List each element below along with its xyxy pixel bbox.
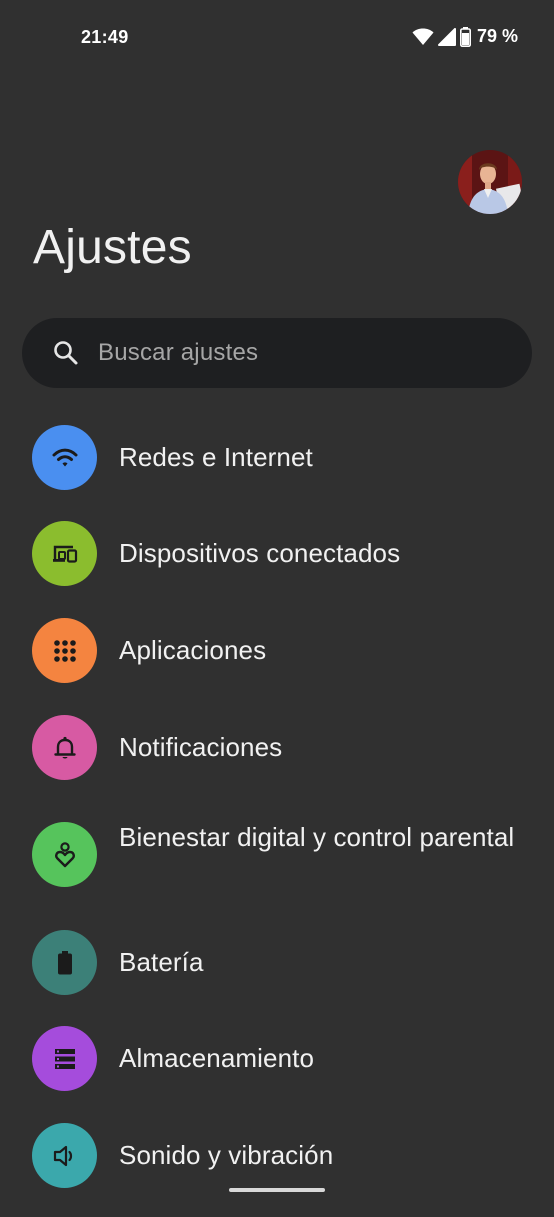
battery-icon bbox=[459, 26, 471, 47]
settings-item-label: Notificaciones bbox=[119, 732, 283, 762]
status-icons: 79 % bbox=[412, 26, 518, 47]
apps-icon-circle bbox=[32, 618, 97, 683]
notifications-icon-circle bbox=[32, 715, 97, 780]
sound-icon-circle bbox=[32, 1123, 97, 1188]
wifi-icon bbox=[52, 448, 77, 466]
settings-item-label: Dispositivos conectados bbox=[119, 538, 401, 568]
battery-icon-circle bbox=[32, 930, 97, 995]
speaker-icon bbox=[53, 1145, 72, 1166]
settings-item-label: Almacenamiento bbox=[119, 1043, 315, 1073]
battery-icon bbox=[57, 950, 72, 974]
settings-item-redes[interactable]: Redes e Internet bbox=[0, 408, 554, 504]
settings-item-label: Bienestar digital y control parental bbox=[119, 822, 515, 852]
devices-icon-circle bbox=[32, 521, 97, 586]
wellbeing-heart-icon bbox=[54, 841, 75, 867]
wellbeing-icon-circle bbox=[32, 822, 97, 887]
profile-avatar-image bbox=[458, 150, 522, 214]
status-bar: 21:49 79 % bbox=[0, 0, 554, 78]
storage-icon bbox=[54, 1048, 75, 1069]
devices-icon bbox=[52, 545, 77, 563]
apps-grid-icon bbox=[53, 639, 76, 662]
settings-item-dispositivos[interactable]: Dispositivos conectados bbox=[0, 505, 554, 601]
settings-item-label: Redes e Internet bbox=[119, 442, 313, 472]
settings-item-label: Aplicaciones bbox=[119, 635, 267, 665]
settings-item-label: Sonido y vibración bbox=[119, 1140, 334, 1170]
search-input[interactable]: Buscar ajustes bbox=[98, 339, 258, 367]
network-icon-circle bbox=[32, 425, 97, 490]
signal-icon bbox=[437, 27, 456, 46]
search-bar[interactable]: Buscar ajustes bbox=[22, 318, 532, 388]
page-title: Ajustes bbox=[33, 221, 192, 274]
battery-percent: 79 % bbox=[476, 26, 518, 46]
settings-item-notificaciones[interactable]: Notificaciones bbox=[0, 699, 554, 795]
settings-item-label: Batería bbox=[119, 947, 204, 977]
settings-item-bateria[interactable]: Batería bbox=[0, 927, 554, 1023]
gesture-nav-handle[interactable] bbox=[229, 1188, 325, 1192]
search-icon bbox=[52, 339, 80, 367]
storage-icon-circle bbox=[32, 1026, 97, 1091]
avatar[interactable] bbox=[458, 150, 522, 214]
settings-item-sonido[interactable]: Sonido y vibración bbox=[0, 1121, 554, 1217]
settings-item-almacenamiento[interactable]: Almacenamiento bbox=[0, 1024, 554, 1120]
wifi-icon bbox=[412, 28, 434, 46]
settings-item-bienestar[interactable]: Bienestar digital y control parental bbox=[0, 796, 554, 926]
clock: 21:49 bbox=[81, 27, 129, 47]
bell-icon bbox=[53, 736, 76, 758]
settings-item-aplicaciones[interactable]: Aplicaciones bbox=[0, 602, 554, 698]
